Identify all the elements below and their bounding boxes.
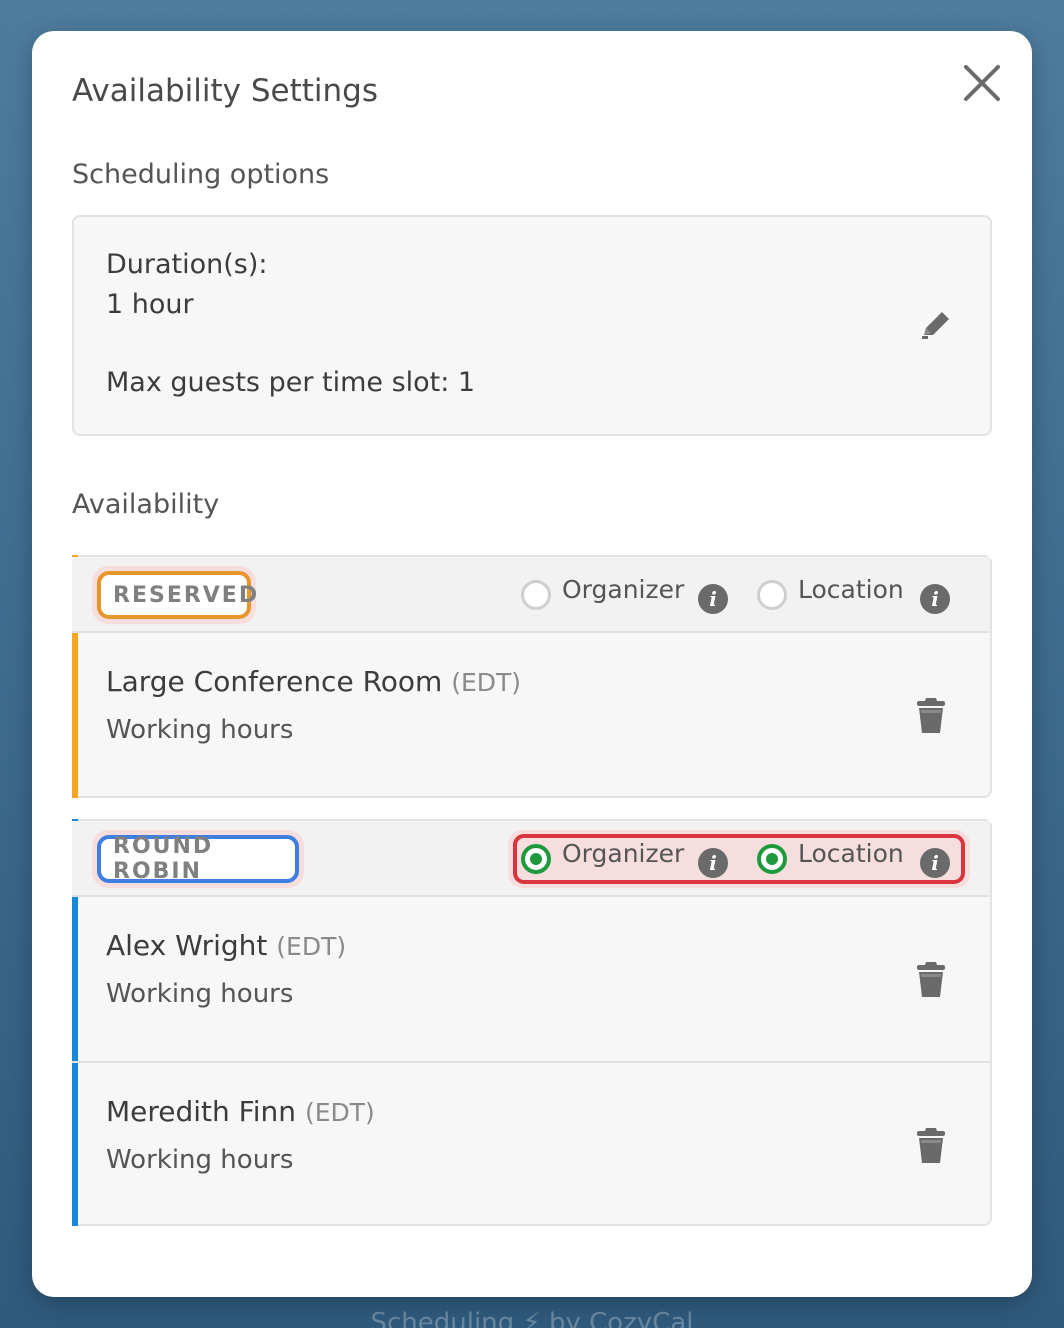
delete-member-button[interactable]	[914, 959, 948, 999]
pencil-icon	[922, 312, 949, 339]
member-name: Meredith Finn (EDT)	[106, 1095, 375, 1128]
modal-title: Availability Settings	[72, 73, 378, 109]
member-hours[interactable]: Working hours	[106, 715, 293, 745]
location-info-icon[interactable]: i	[920, 848, 950, 878]
member-name: Large Conference Room (EDT)	[106, 665, 521, 698]
group-header: RESERVED Organizer i Location i	[72, 557, 990, 633]
duration-value: 1 hour	[106, 289, 194, 320]
location-label: Location	[798, 575, 904, 604]
member-row: Large Conference Room (EDT) Working hour…	[72, 633, 990, 799]
organizer-info-icon[interactable]: i	[698, 848, 728, 878]
organizer-label: Organizer	[562, 839, 685, 868]
scheduling-options-card: Duration(s): 1 hour Max guests per time …	[72, 215, 992, 436]
organizer-radio[interactable]	[521, 844, 551, 874]
member-name-text: Meredith Finn	[106, 1095, 297, 1128]
location-info-icon[interactable]: i	[920, 584, 950, 614]
organizer-radio[interactable]	[521, 580, 551, 610]
member-hours[interactable]: Working hours	[106, 1145, 293, 1175]
group-type-badge[interactable]: RESERVED	[97, 571, 257, 619]
location-radio[interactable]	[757, 844, 787, 874]
location-radio[interactable]	[757, 580, 787, 610]
availability-group-reserved: RESERVED Organizer i Location i Large Co…	[72, 555, 992, 798]
member-row: Alex Wright (EDT) Working hours	[72, 897, 990, 1063]
group-header: ROUND ROBIN Organizer i Location i	[72, 821, 990, 897]
duration-label: Duration(s):	[106, 249, 268, 280]
member-name-text: Large Conference Room	[106, 665, 443, 698]
edit-scheduling-button[interactable]	[918, 307, 954, 343]
member-row: Meredith Finn (EDT) Working hours	[72, 1061, 990, 1227]
scheduling-options-heading: Scheduling options	[72, 159, 330, 190]
trash-icon	[917, 962, 945, 997]
close-icon	[964, 65, 1000, 101]
group-type-badge[interactable]: ROUND ROBIN	[97, 834, 299, 884]
organizer-label: Organizer	[562, 575, 685, 604]
max-guests-text: Max guests per time slot: 1	[106, 367, 476, 398]
member-name: Alex Wright (EDT)	[106, 929, 346, 962]
member-hours[interactable]: Working hours	[106, 979, 293, 1009]
trash-icon	[917, 1128, 945, 1163]
member-timezone: (EDT)	[276, 932, 347, 961]
delete-member-button[interactable]	[914, 695, 948, 735]
availability-settings-modal: Availability Settings Scheduling options…	[32, 31, 1032, 1297]
close-button[interactable]	[960, 61, 1004, 105]
location-label: Location	[798, 839, 904, 868]
trash-icon	[917, 698, 945, 733]
availability-group-round-robin: ROUND ROBIN Organizer i Location i Alex …	[72, 819, 992, 1226]
member-timezone: (EDT)	[304, 1098, 375, 1127]
organizer-info-icon[interactable]: i	[698, 584, 728, 614]
availability-heading: Availability	[72, 489, 220, 520]
delete-member-button[interactable]	[914, 1125, 948, 1165]
powered-by-footer: Scheduling ⚡ by CozyCal	[370, 1308, 694, 1328]
member-name-text: Alex Wright	[106, 929, 268, 962]
member-timezone: (EDT)	[451, 668, 522, 697]
